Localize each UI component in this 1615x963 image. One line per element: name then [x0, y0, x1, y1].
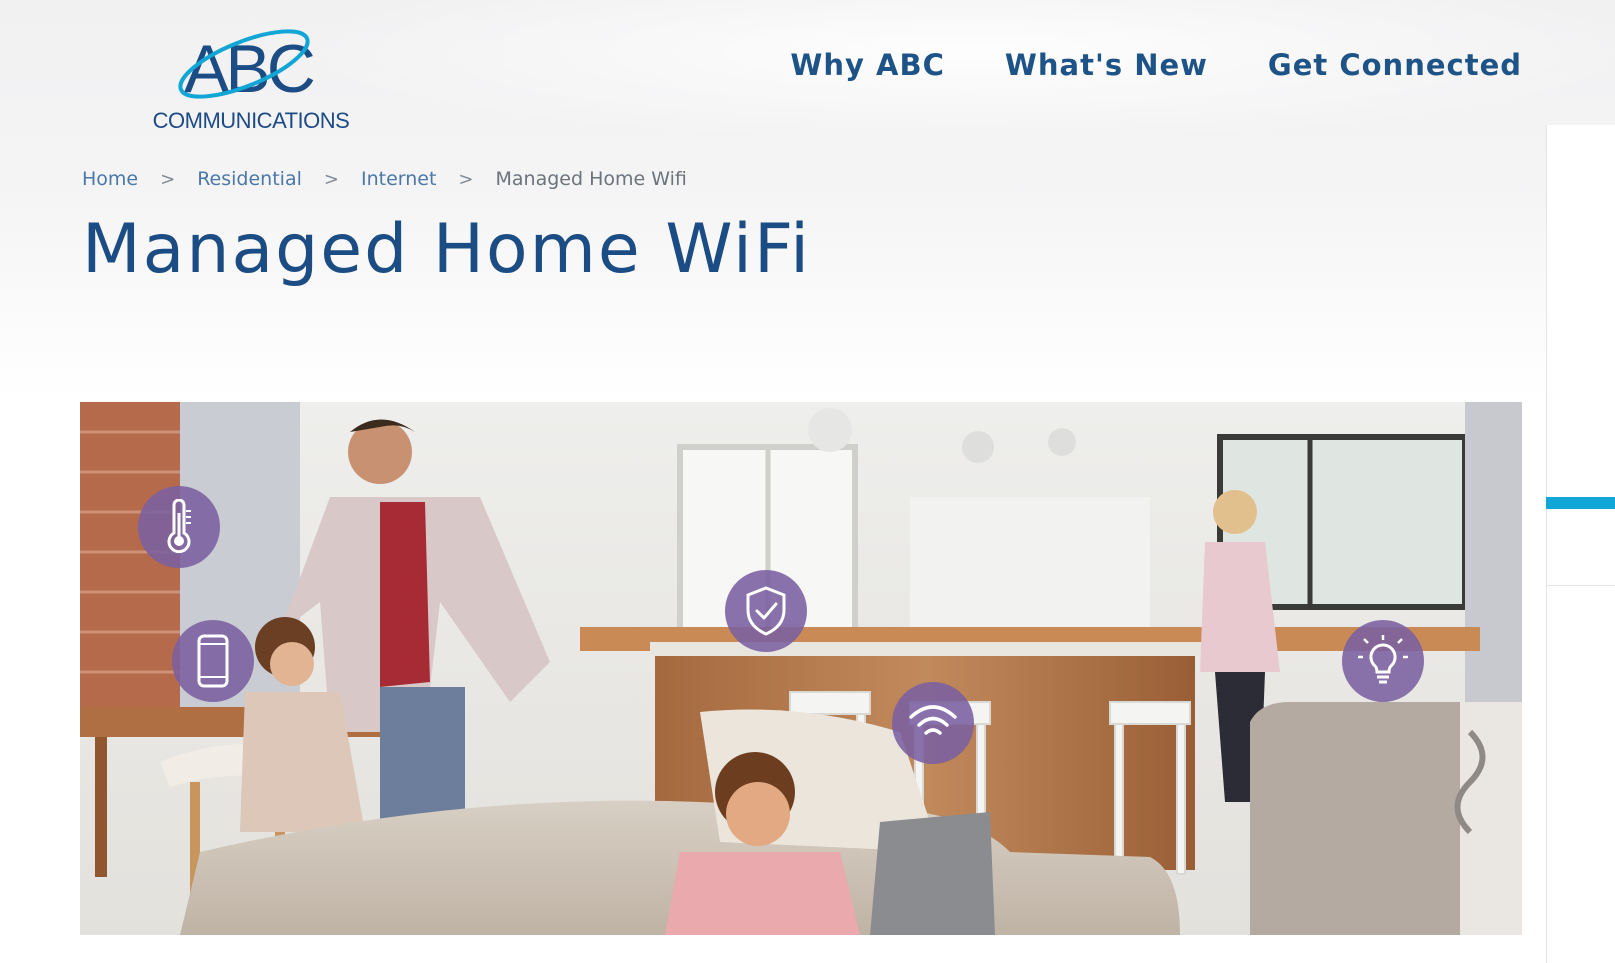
- breadcrumb-home[interactable]: Home: [82, 168, 138, 190]
- breadcrumb-current: Managed Home Wifi: [495, 168, 687, 190]
- shield-check-icon: [746, 586, 786, 636]
- logo-mark: ABC: [178, 29, 318, 107]
- side-panel-accent-bar: [1546, 497, 1615, 509]
- lightbulb-bubble: [1342, 620, 1424, 702]
- abc-communications-logo[interactable]: ABC COMMUNICATIONS: [140, 12, 362, 142]
- wifi-bubble: [892, 682, 974, 764]
- hero-image: [80, 402, 1522, 935]
- nav-get-connected[interactable]: Get Connected: [1268, 48, 1522, 82]
- breadcrumb-separator: >: [458, 168, 474, 190]
- thermometer-icon: [167, 499, 191, 554]
- page-title: Managed Home WiFi: [82, 210, 812, 289]
- breadcrumb-internet[interactable]: Internet: [361, 168, 436, 190]
- smartphone-icon: [197, 634, 229, 688]
- shield-bubble: [725, 570, 807, 652]
- breadcrumb: Home > Residential > Internet > Managed …: [82, 168, 687, 190]
- nav-why-abc[interactable]: Why ABC: [790, 48, 944, 82]
- smartphone-bubble: [172, 620, 254, 702]
- breadcrumb-separator: >: [323, 168, 339, 190]
- breadcrumb-residential[interactable]: Residential: [197, 168, 302, 190]
- lightbulb-icon: [1358, 635, 1408, 684]
- breadcrumb-separator: >: [160, 168, 176, 190]
- hero-scene: [80, 402, 1522, 935]
- main-nav: Why ABC What's New Get Connected: [790, 48, 1522, 82]
- logo-subtitle: COMMUNICATIONS: [152, 108, 350, 133]
- thermometer-bubble: [138, 486, 220, 568]
- side-panel-divider: [1546, 585, 1615, 586]
- nav-whats-new[interactable]: What's New: [1005, 48, 1208, 82]
- wifi-icon: [909, 705, 957, 735]
- side-panel-edge: [1546, 125, 1615, 963]
